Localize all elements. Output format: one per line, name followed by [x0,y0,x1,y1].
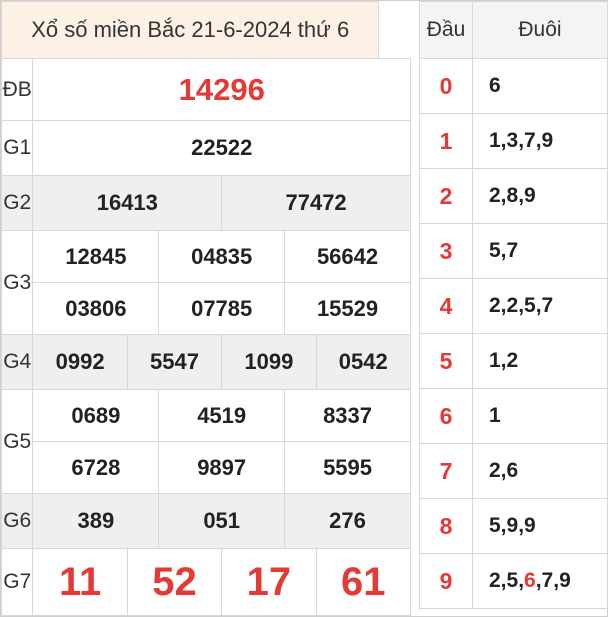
special-tail-highlight: 6 [524,569,536,592]
tail-digits: 2,2,5,7 [472,278,608,334]
prize-table: Xổ số miền Bắc 21-6-2024 thứ 6 ĐB 14296 … [0,1,412,616]
g6-number: 051 [158,493,286,549]
g3-number: 04835 [158,230,286,283]
prize-label-g6: G6 [0,493,34,549]
g4-number: 0992 [32,334,128,390]
tail-digits: 5,9,9 [472,498,608,554]
head-digit: 4 [419,278,473,334]
tail-digits: 2,6 [472,443,608,499]
g3-number: 12845 [32,230,160,283]
head-digit: 9 [419,553,473,609]
head-column-header: Đầu [419,1,473,59]
g3-number: 03806 [32,282,160,335]
g6-number: 389 [32,493,160,549]
head-digit: 2 [419,168,473,224]
g2-number: 16413 [32,175,223,231]
prize-label-g4: G4 [0,334,34,390]
g3-number: 07785 [158,282,286,335]
tail-digits: 1,3,7,9 [472,113,608,169]
tail-digits-part: ,7,9 [535,569,571,592]
g4-number: 1099 [221,334,317,390]
g7-number: 11 [32,548,128,616]
g5-number: 8337 [284,389,411,442]
prize-label-g5: G5 [0,389,34,494]
g2-number: 77472 [221,175,411,231]
head-digit: 7 [419,443,473,499]
loto-head-tail-table: Đầu Đuôi 06 1 1,3,7,9 2 2,8,9 3 5,7 4 2,2,5,… [419,1,608,609]
tail-digits: 1,2 [472,333,608,389]
head-digit: 1 [419,113,473,169]
prize-label-g7: G7 [0,548,34,616]
g7-number: 17 [221,548,317,616]
head-digit: 0 [419,58,473,114]
prize-label-db: ĐB [0,58,34,121]
tail-digits: 1 [472,388,608,444]
tail-digits: 2,5,6,7,9 [472,553,608,609]
tail-digits: 5,7 [472,223,608,279]
lottery-result-board: Xổ số miền Bắc 21-6-2024 thứ 6 ĐB 14296 … [0,0,608,617]
head-digit: 5 [419,333,473,389]
tail-digits-part: 2,5, [489,569,525,592]
g5-number: 4519 [158,389,286,442]
g7-number: 61 [315,548,412,616]
tail-digits: 6 [472,58,608,114]
prize-label-g2: G2 [0,175,34,231]
head-digit: 6 [419,388,473,444]
special-prize-number: 14296 [32,58,411,121]
g3-number: 56642 [284,230,411,283]
g7-number: 52 [126,548,223,616]
prize-label-g3: G3 [0,230,34,335]
g5-number: 5595 [284,441,411,494]
g5-number: 6728 [32,441,160,494]
g5-number: 0689 [32,389,160,442]
g4-number: 0542 [315,334,412,390]
results-title: Xổ số miền Bắc 21-6-2024 thứ 6 [0,1,380,59]
g3-number: 15529 [284,282,411,335]
prize-label-g1: G1 [0,120,34,176]
head-digit: 3 [419,223,473,279]
g4-number: 5547 [126,334,223,390]
g5-number: 9897 [158,441,286,494]
head-digit: 8 [419,498,473,554]
g6-number: 276 [284,493,411,549]
g1-number: 22522 [32,120,411,176]
tail-column-header: Đuôi [472,1,608,59]
tail-digits: 2,8,9 [472,168,608,224]
